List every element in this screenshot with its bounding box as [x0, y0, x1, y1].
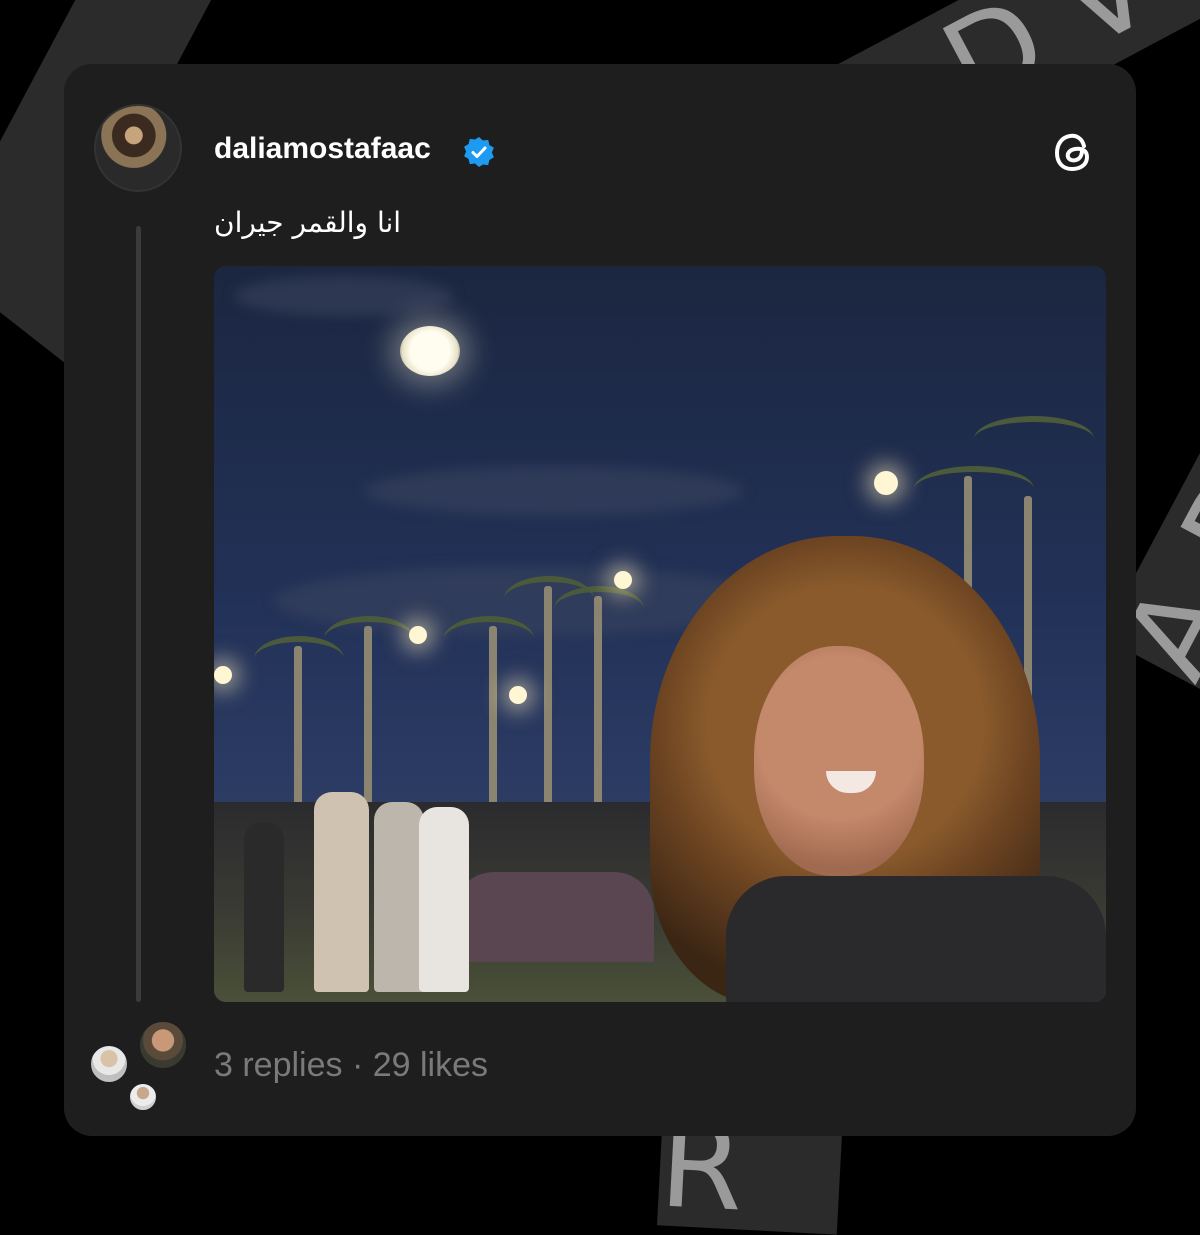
threads-logo-icon[interactable]: [1050, 128, 1098, 176]
replies-likes-count[interactable]: 3 replies · 29 likes: [214, 1046, 488, 1085]
palm-frond: [914, 466, 1034, 512]
street-lamp: [214, 666, 232, 684]
street-lamp: [614, 571, 632, 589]
author-username[interactable]: daliamostafaac: [214, 132, 431, 166]
street-lamp: [409, 626, 427, 644]
woman-top: [726, 876, 1106, 1002]
replier-avatar[interactable]: [138, 1020, 188, 1070]
palm-frond: [444, 616, 534, 662]
woman-face: [754, 646, 924, 876]
replier-avatar[interactable]: [128, 1082, 158, 1112]
cloud: [364, 466, 744, 516]
replier-avatar[interactable]: [89, 1044, 129, 1084]
street-lamp: [509, 686, 527, 704]
palm-frond: [554, 586, 644, 632]
hedge: [454, 872, 654, 962]
post-image[interactable]: [214, 266, 1106, 1002]
person: [314, 792, 369, 992]
moon: [400, 326, 460, 376]
street-lamp: [874, 471, 898, 495]
palm-frond: [324, 616, 414, 662]
person: [374, 802, 424, 992]
person: [419, 807, 469, 992]
post-caption: انا والقمر جيران: [214, 206, 402, 239]
person: [244, 822, 284, 992]
thread-line: [136, 226, 141, 1002]
author-avatar[interactable]: [94, 104, 182, 192]
cloud: [234, 276, 454, 316]
verified-badge-icon: [464, 137, 494, 167]
palm-frond: [974, 416, 1094, 462]
